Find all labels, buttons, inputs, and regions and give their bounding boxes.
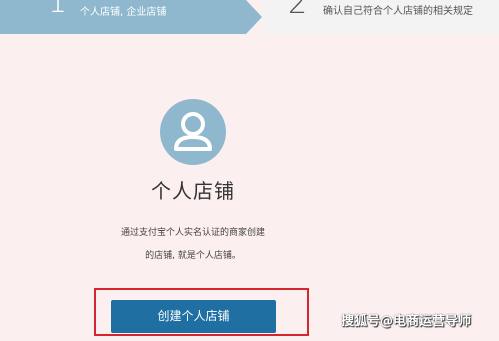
step-1-number: 1	[48, 0, 68, 20]
step-2-number: 2	[288, 0, 308, 21]
description-line-2: 的店铺, 就是个人店铺。	[145, 251, 241, 261]
stepper: 1 个人店铺, 企业店铺 2 确认自己符合个人店铺的相关规定	[0, 0, 499, 34]
create-personal-store-button[interactable]: 创建个人店铺	[111, 300, 276, 333]
step-2-label: 确认自己符合个人店铺的相关规定	[323, 6, 473, 17]
user-avatar-icon	[160, 99, 226, 165]
watermark: 搜狐号@电商运营导师	[341, 314, 472, 329]
description-line-1: 通过支付宝个人实名认证的商家创建	[120, 228, 265, 238]
page-title: 个人店铺	[151, 179, 235, 203]
step-1-label: 个人店铺, 企业店铺	[80, 7, 167, 18]
